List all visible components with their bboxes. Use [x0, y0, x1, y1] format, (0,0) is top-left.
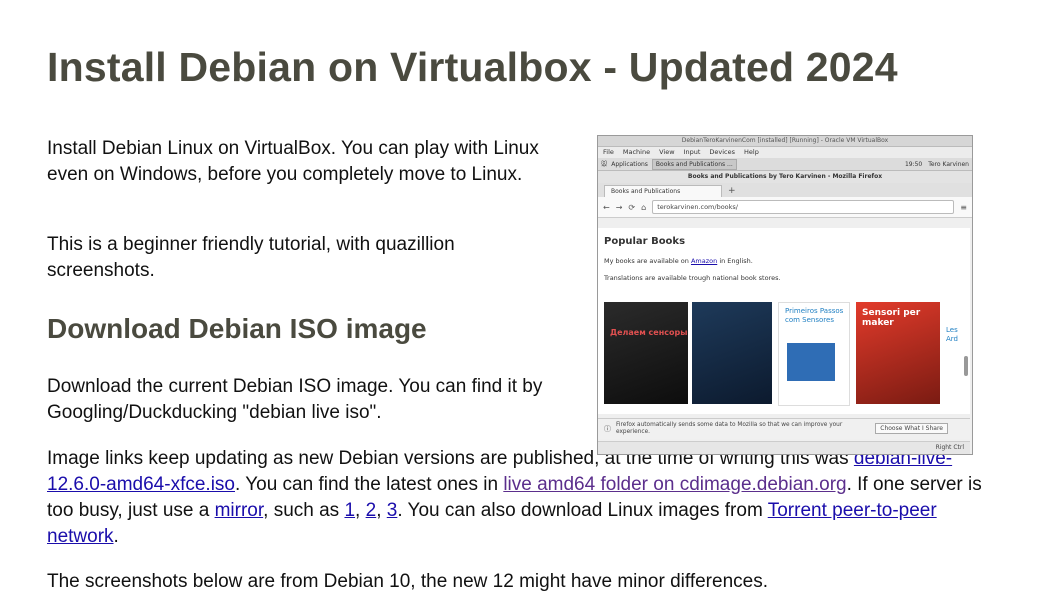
books-availability: My books are available on Amazon in Engl…: [604, 257, 753, 265]
notice-text: Firefox automatically sends some data to…: [616, 422, 843, 435]
vb-menu-machine: Machine: [622, 148, 651, 156]
choose-share-button: Choose What I Share: [875, 423, 948, 434]
applications-menu: Applications: [611, 160, 648, 168]
book-cover-1: Делаем сенсоры: [604, 302, 688, 404]
panel-tray: 19:50 Tero Karvinen: [905, 161, 969, 168]
firefox-title: Books and Publications by Tero Karvinen …: [598, 171, 972, 183]
book-title: Les Ard: [946, 326, 958, 343]
book-cover-4: Sensori per maker: [856, 302, 940, 404]
text-span: ,: [355, 500, 366, 521]
mirror-1-link[interactable]: 1: [344, 500, 355, 521]
popular-books-heading: Popular Books: [604, 236, 686, 247]
new-tab-icon: +: [728, 186, 736, 196]
url-bar: terokarvinen.com/books/: [652, 200, 955, 214]
translations-note: Translations are available trough nation…: [604, 274, 781, 282]
book-title: Sensori per maker: [862, 308, 921, 328]
board-image: [787, 343, 835, 381]
book-cover-5: Les Ard: [944, 302, 970, 404]
host-key: Right Ctrl: [935, 444, 964, 451]
amazon-link: Amazon: [690, 257, 718, 265]
intro-paragraph: Install Debian Linux on VirtualBox. You …: [47, 138, 539, 185]
section-heading-download: Download Debian ISO image: [47, 313, 427, 344]
vb-window-title: DebianTeroKarvinenCom [installed] [Runni…: [598, 136, 972, 147]
vb-menu-input: Input: [683, 148, 701, 156]
taskbar-task: Books and Publications ...: [651, 158, 737, 170]
forward-icon: →: [615, 202, 623, 212]
page-title: Install Debian on Virtualbox - Updated 2…: [47, 44, 898, 90]
book-title: Делаем сенсоры: [610, 328, 688, 337]
back-icon: ←: [603, 202, 610, 212]
image-links-paragraph: Image links keep updating as new Debian …: [47, 446, 1007, 550]
vb-menu-view: View: [659, 148, 675, 156]
vb-menu-file: File: [603, 148, 614, 156]
firefox-navbar: ← → ⟳ ⌂ terokarvinen.com/books/ ≡: [598, 197, 972, 218]
info-icon: ⓘ: [604, 425, 611, 433]
firefox-tab: Books and Publications: [604, 185, 722, 197]
virtualbox-screenshot: DebianTeroKarvinenCom [installed] [Runni…: [597, 135, 973, 455]
screenshots-note: The screenshots below are from Debian 10…: [47, 571, 768, 592]
book-cover-3: Primeiros Passos com Sensores: [778, 302, 850, 406]
book-title: Primeiros Passos com Sensores: [785, 307, 844, 324]
firefox-content: Popular Books My books are available on …: [598, 228, 970, 414]
telemetry-notice: ⓘ Firefox automatically sends some data …: [598, 418, 970, 439]
vb-menu-help: Help: [744, 148, 759, 156]
vb-statusbar: Right Ctrl: [598, 441, 970, 454]
text-span: .: [113, 526, 119, 547]
mirror-3-link[interactable]: 3: [387, 500, 398, 521]
intro-paragraph-2: This is a beginner friendly tutorial, wi…: [47, 234, 455, 281]
text-span: . You can also download Linux images fro…: [397, 500, 768, 521]
clock: 19:50: [904, 160, 923, 168]
home-icon: ⌂: [641, 202, 647, 212]
text-span: , such as: [263, 500, 345, 521]
vb-menu-bar: File Machine View Input Devices Help: [598, 147, 972, 158]
firefox-tabs: Books and Publications +: [598, 183, 972, 197]
text-span: . You can find the latest ones in: [235, 474, 504, 495]
vb-menu-devices: Devices: [709, 148, 736, 156]
reload-icon: ⟳: [628, 202, 636, 212]
user-name: Tero Karvinen: [928, 160, 969, 168]
book-cover-2: [692, 302, 772, 404]
text-span: ,: [376, 500, 387, 521]
text-span: My books are available on: [604, 257, 691, 265]
mirror-2-link[interactable]: 2: [366, 500, 377, 521]
mouse-icon: 🐭: [601, 160, 608, 168]
menu-icon: ≡: [960, 202, 967, 212]
live-folder-link[interactable]: live amd64 folder on cdimage.debian.org: [503, 474, 846, 495]
xfce-panel: 🐭 Applications Books and Publications ..…: [598, 158, 972, 171]
mirror-link[interactable]: mirror: [215, 500, 264, 521]
download-paragraph: Download the current Debian ISO image. Y…: [47, 376, 543, 423]
text-span: in English.: [717, 257, 753, 265]
scrollbar-thumb: [964, 356, 968, 376]
